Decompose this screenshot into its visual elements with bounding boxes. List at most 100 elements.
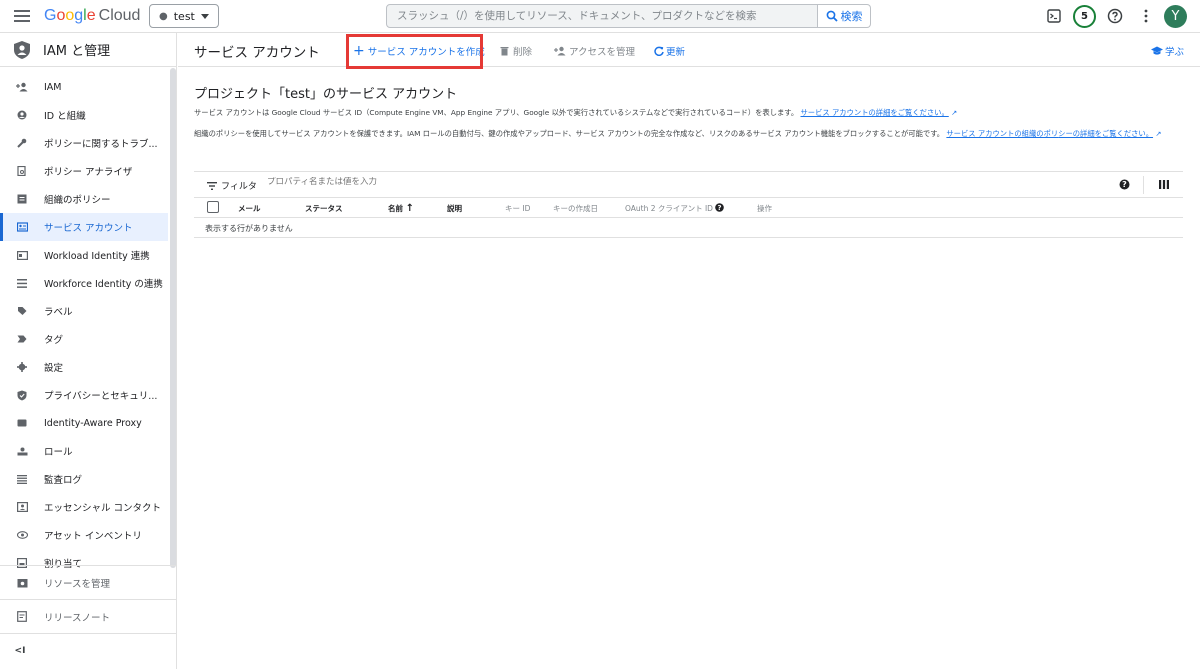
create-button-highlight — [346, 34, 483, 69]
sidebar-item-label: Workload Identity 連携 — [44, 251, 150, 262]
sidebar-item-label: Workforce Identity の連携 — [44, 279, 163, 290]
sidebar-item-label: ラベル — [44, 307, 73, 318]
sidebar-item-0[interactable]: IAM — [0, 73, 168, 101]
sidebar-item-4[interactable]: 組織のポリシー — [0, 185, 168, 213]
column-email[interactable]: メール — [238, 203, 261, 214]
sidebar-item-14[interactable]: 監査ログ — [0, 465, 168, 493]
sidebar-item-16[interactable]: アセット インベントリ — [0, 521, 168, 549]
sidebar-scrollbar[interactable] — [170, 68, 176, 568]
inventory-icon — [0, 531, 44, 539]
sidebar-item-11[interactable]: プライバシーとセキュリ... — [0, 381, 168, 409]
cloud-shell-icon[interactable] — [1044, 6, 1064, 26]
hamburger-menu-icon[interactable] — [14, 10, 30, 22]
sidebar: IAM と管理 IAM ID と組織 ポリシーに関するトラブ... ポリシー アナライ… — [0, 33, 177, 669]
column-key-id: キー ID — [505, 204, 531, 213]
sidebar-item-12[interactable]: Identity-Aware Proxy — [0, 409, 168, 437]
select-all-checkbox[interactable] — [207, 201, 219, 213]
sidebar-item-label: 組織のポリシー — [44, 195, 111, 206]
document-search-icon — [0, 166, 44, 176]
sidebar-item-8[interactable]: ラベル — [0, 297, 168, 325]
empty-message: 表示する行がありません — [205, 224, 293, 233]
learn-button[interactable]: 学ぶ — [1151, 44, 1184, 58]
description-1: サービス アカウントは Google Cloud サービス ID（Compute… — [194, 108, 958, 117]
sidebar-item-7[interactable]: Workforce Identity の連携 — [0, 269, 168, 297]
column-status[interactable]: ステータス — [305, 203, 343, 214]
sidebar-collapse-button[interactable]: <I — [0, 633, 177, 667]
shield-check-icon — [0, 390, 44, 401]
filter-input[interactable] — [267, 177, 967, 187]
account-circle-icon — [0, 110, 44, 120]
sidebar-item-label: 設定 — [44, 363, 64, 374]
sidebar-item-label: 監査ログ — [44, 475, 83, 486]
sidebar-nav: IAM ID と組織ポリシーに関するトラブ... ポリシー アナライザ 組織のポリシー… — [0, 73, 168, 577]
sidebar-item-1[interactable]: ID と組織 — [0, 101, 168, 129]
service-accounts-table: フィルタ ? メール ステータス 名前 ↑ 説明 キー ID キーの作成日 OA… — [194, 171, 1183, 238]
search-button-label: 検索 — [840, 10, 863, 23]
folder-gear-icon — [0, 578, 44, 588]
sidebar-item-label: プライバシーとセキュリ... — [44, 391, 158, 402]
sidebar-item-15[interactable]: エッセンシャル コンタクト — [0, 493, 168, 521]
help-icon[interactable] — [1105, 6, 1125, 26]
column-description[interactable]: 説明 — [447, 203, 462, 214]
refresh-icon — [654, 46, 664, 56]
manage-access-button[interactable]: アクセスを管理 — [554, 44, 635, 58]
sidebar-item-label: エッセンシャル コンタクト — [44, 503, 162, 514]
sidebar-item-label: IAM — [44, 81, 62, 93]
more-vert-icon[interactable] — [1136, 6, 1156, 26]
sidebar-item-label: ロール — [44, 447, 73, 458]
contacts-icon — [0, 502, 44, 512]
sidebar-item-13[interactable]: ロール — [0, 437, 168, 465]
filter-bar: フィルタ ? — [194, 171, 1183, 198]
project-name: test — [173, 9, 195, 23]
org-policy-link-continued[interactable]: シーの詳細をご覧ください。 — [1058, 129, 1153, 138]
filter-button[interactable]: フィルタ — [207, 179, 257, 192]
search-icon — [826, 10, 838, 22]
column-key-created: キーの作成日 — [553, 204, 598, 213]
search-button[interactable]: 検索 — [818, 4, 871, 28]
column-actions: 操作 — [757, 204, 772, 213]
sidebar-item-label: アセット インベントリ — [44, 531, 142, 542]
sidebar-item-manage-resources[interactable]: リソースを管理 — [0, 565, 177, 599]
sidebar-item-10[interactable]: 設定 — [0, 353, 168, 381]
sidebar-item-9[interactable]: タグ — [0, 325, 168, 353]
page-title: サービス アカウント — [194, 45, 320, 61]
delete-button[interactable]: 削除 — [500, 44, 532, 58]
notifications-badge[interactable]: 5 — [1073, 5, 1096, 28]
sidebar-item-label: リリースノート — [44, 612, 111, 624]
table-help-icon[interactable]: ? — [1119, 179, 1130, 190]
sidebar-item-5[interactable]: サービス アカウント — [0, 213, 168, 241]
sidebar-item-label: サービス アカウント — [44, 223, 133, 234]
id-card-icon — [0, 250, 44, 260]
empty-table-row: 表示する行がありません — [194, 218, 1183, 238]
sidebar-item-release-notes[interactable]: リリースノート — [0, 599, 177, 633]
org-policy-link[interactable]: サービス アカウントの組織のポリ — [946, 129, 1058, 138]
search-box[interactable] — [386, 4, 818, 28]
audit-log-icon — [0, 474, 44, 484]
sidebar-item-6[interactable]: Workload Identity 連携 — [0, 241, 168, 269]
person-add-icon — [0, 82, 44, 92]
sidebar-item-label: タグ — [44, 335, 64, 346]
search-input[interactable] — [397, 10, 817, 22]
service-account-details-link[interactable]: サービス アカウントの詳細をご覧ください。 — [801, 108, 949, 117]
column-oauth-client-id: OAuth 2 クライアント ID ? — [625, 203, 725, 214]
sidebar-item-label: ID と組織 — [44, 111, 86, 122]
sidebar-item-3[interactable]: ポリシー アナライザ — [0, 157, 168, 185]
project-picker[interactable]: ● test — [149, 4, 219, 28]
person-add-icon — [554, 46, 566, 56]
divider — [1143, 176, 1144, 194]
refresh-button[interactable]: 更新 — [654, 44, 685, 58]
oauth-help-icon[interactable]: ? — [715, 203, 725, 212]
top-bar: GoogleCloud ● test 検索 5 Y — [0, 0, 1200, 33]
sidebar-item-label: ポリシー アナライザ — [44, 167, 133, 178]
list-document-icon — [0, 194, 44, 204]
sidebar-item-label: ポリシーに関するトラブ... — [44, 139, 158, 150]
service-account-icon — [0, 222, 44, 232]
avatar[interactable]: Y — [1164, 5, 1187, 28]
column-display-icon[interactable] — [1159, 180, 1169, 189]
svg-text:?: ? — [1122, 180, 1127, 189]
column-name[interactable]: 名前 ↑ — [388, 203, 414, 214]
sidebar-item-2[interactable]: ポリシーに関するトラブ... — [0, 129, 168, 157]
google-cloud-logo[interactable]: Google Cloud — [44, 7, 140, 25]
tag-icon — [0, 335, 44, 343]
filter-icon — [207, 181, 217, 190]
